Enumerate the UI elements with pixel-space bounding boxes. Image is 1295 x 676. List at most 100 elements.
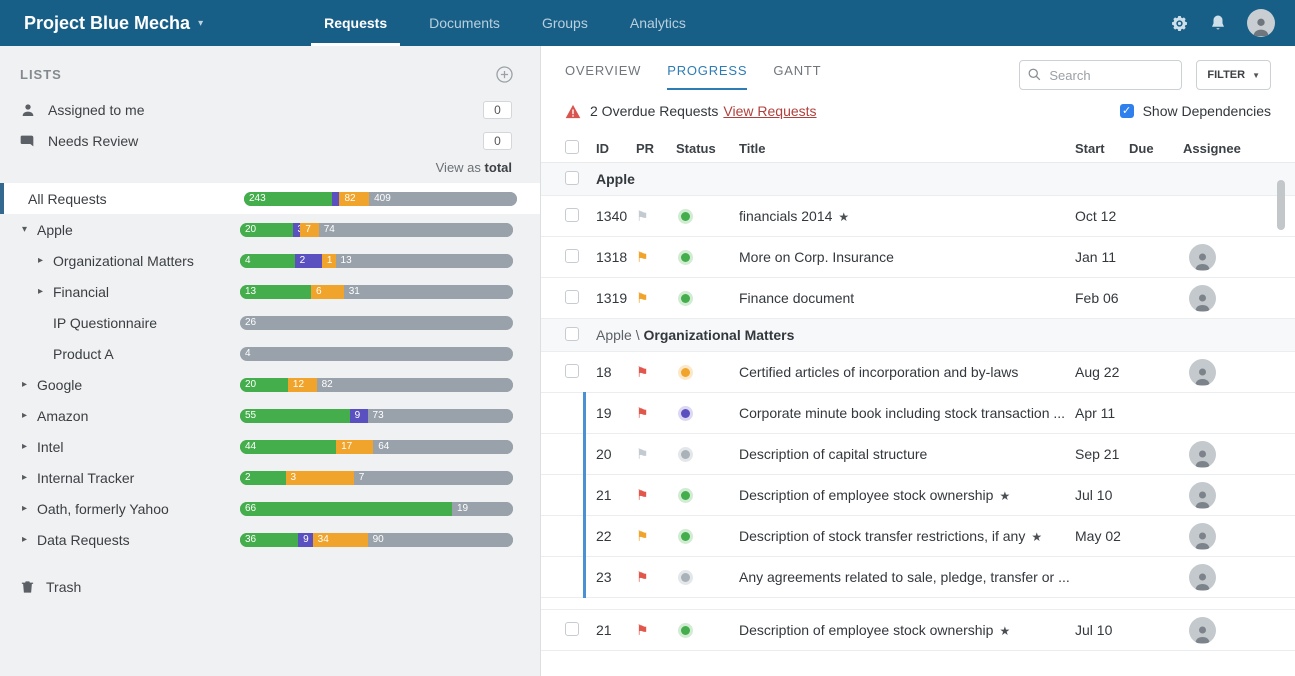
request-row[interactable]: 1319⚑Finance documentFeb 06 <box>541 278 1295 319</box>
assignee-avatar[interactable] <box>1189 617 1216 644</box>
flag-icon-red[interactable]: ⚑ <box>636 364 649 380</box>
request-row[interactable]: 18⚑Certified articles of incorporation a… <box>541 352 1295 393</box>
status-dot-green[interactable] <box>681 212 690 221</box>
gear-icon[interactable] <box>1170 14 1189 33</box>
request-title: Description of employee stock ownership <box>739 487 993 503</box>
user-avatar[interactable] <box>1247 9 1275 37</box>
row-checkbox[interactable] <box>565 249 579 263</box>
status-dot-gray[interactable] <box>681 573 690 582</box>
add-list-icon[interactable] <box>495 65 514 84</box>
cell-status <box>676 446 739 462</box>
status-dot-green[interactable] <box>681 491 690 500</box>
sidebar-list-data-requests[interactable]: ▸Data Requests3693490 <box>0 524 540 555</box>
sidebar-item-trash[interactable]: Trash <box>0 579 540 595</box>
select-all-checkbox[interactable] <box>565 140 579 154</box>
filter-button[interactable]: FILTER ▼ <box>1196 60 1271 90</box>
chevron-right-icon[interactable]: ▸ <box>38 255 53 266</box>
sidebar-list-all-requests[interactable]: All Requests24382409 <box>0 183 540 214</box>
status-dot-green[interactable] <box>681 253 690 262</box>
row-checkbox-cell <box>565 249 596 266</box>
chevron-right-icon[interactable]: ▸ <box>22 534 37 545</box>
sidebar-list-internal-tracker[interactable]: ▸Internal Tracker237 <box>0 462 540 493</box>
sidebar-list-organizational-matters[interactable]: ▸Organizational Matters42113 <box>0 245 540 276</box>
flag-icon-red[interactable]: ⚑ <box>636 405 649 421</box>
chevron-right-icon[interactable]: ▸ <box>22 441 37 452</box>
assignee-avatar[interactable] <box>1189 523 1216 550</box>
assignee-avatar[interactable] <box>1189 359 1216 386</box>
sidebar-list-google[interactable]: ▸Google201282 <box>0 369 540 400</box>
nav-tab-requests[interactable]: Requests <box>303 0 408 46</box>
sidebar-item-needs-review[interactable]: Needs Review 0 <box>0 125 540 156</box>
sidebar-list-ip-questionnaire[interactable]: IP Questionnaire26 <box>0 307 540 338</box>
flag-icon-gray[interactable]: ⚑ <box>636 208 649 224</box>
status-dot-green[interactable] <box>681 626 690 635</box>
sidebar-item-assigned-to-me[interactable]: Assigned to me 0 <box>0 94 540 125</box>
nav-tab-groups[interactable]: Groups <box>521 0 609 46</box>
view-requests-link[interactable]: View Requests <box>723 103 816 119</box>
assignee-avatar[interactable] <box>1189 564 1216 591</box>
request-row[interactable]: 23⚑Any agreements related to sale, pledg… <box>541 557 1295 598</box>
request-row[interactable]: 21⚑Description of employee stock ownersh… <box>541 610 1295 651</box>
sidebar-list-financial[interactable]: ▸Financial13631 <box>0 276 540 307</box>
show-dependencies-checkbox[interactable]: ✓ <box>1120 104 1134 118</box>
assignee-avatar[interactable] <box>1189 244 1216 271</box>
request-row[interactable]: 22⚑Description of stock transfer restric… <box>541 516 1295 557</box>
request-row[interactable]: 21⚑Description of employee stock ownersh… <box>541 475 1295 516</box>
bar-segment-value: 7 <box>354 471 513 485</box>
cell-start: Sep 21 <box>1075 446 1129 462</box>
status-dot-green[interactable] <box>681 294 690 303</box>
flag-icon-orange[interactable]: ⚑ <box>636 290 649 306</box>
assignee-avatar[interactable] <box>1189 482 1216 509</box>
assignee-avatar[interactable] <box>1189 285 1216 312</box>
request-row[interactable]: 19⚑Corporate minute book including stock… <box>541 393 1295 434</box>
row-checkbox-cell <box>565 208 596 225</box>
row-checkbox[interactable] <box>565 290 579 304</box>
chevron-right-icon[interactable]: ▸ <box>22 410 37 421</box>
sidebar-list-product-a[interactable]: Product A4 <box>0 338 540 369</box>
group-checkbox[interactable] <box>565 171 579 185</box>
flag-icon-red[interactable]: ⚑ <box>636 487 649 503</box>
chevron-right-icon[interactable]: ▸ <box>22 503 37 514</box>
bar-segment-gray: 73 <box>368 409 513 423</box>
status-dot-orange[interactable] <box>681 368 690 377</box>
chevron-down-icon[interactable]: ▾ <box>22 224 37 235</box>
sidebar-list-intel[interactable]: ▸Intel441764 <box>0 431 540 462</box>
nav-tab-label: Documents <box>429 15 500 31</box>
flag-icon-red[interactable]: ⚑ <box>636 569 649 585</box>
row-checkbox[interactable] <box>565 208 579 222</box>
chevron-right-icon[interactable]: ▸ <box>22 379 37 390</box>
assignee-avatar[interactable] <box>1189 441 1216 468</box>
project-switcher[interactable]: Project Blue Mecha ▾ <box>24 0 203 46</box>
cell-title: Corporate minute book including stock tr… <box>739 405 1075 421</box>
flag-icon-orange[interactable]: ⚑ <box>636 528 649 544</box>
tab-progress[interactable]: PROGRESS <box>667 63 747 90</box>
status-dot-green[interactable] <box>681 532 690 541</box>
request-row[interactable]: 20⚑Description of capital structureSep 2… <box>541 434 1295 475</box>
scrollbar-thumb[interactable] <box>1277 180 1285 230</box>
flag-icon-orange[interactable]: ⚑ <box>636 249 649 265</box>
sidebar-list-apple[interactable]: ▾Apple203774 <box>0 214 540 245</box>
chevron-right-icon[interactable]: ▸ <box>38 286 53 297</box>
flag-icon-gray[interactable]: ⚑ <box>636 446 649 462</box>
tab-overview[interactable]: OVERVIEW <box>565 63 641 90</box>
cell-id: 1340 <box>596 208 636 224</box>
sidebar-list-oath-formerly-yahoo[interactable]: ▸Oath, formerly Yahoo6619 <box>0 493 540 524</box>
row-checkbox[interactable] <box>565 622 579 636</box>
chevron-right-icon[interactable]: ▸ <box>22 472 37 483</box>
flag-icon-red[interactable]: ⚑ <box>636 622 649 638</box>
row-checkbox[interactable] <box>565 364 579 378</box>
column-header-title: Title <box>739 141 1075 156</box>
group-checkbox[interactable] <box>565 327 579 341</box>
status-dot-purple[interactable] <box>681 409 690 418</box>
tab-gantt[interactable]: GANTT <box>773 63 821 90</box>
view-as-toggle[interactable]: total <box>485 160 512 175</box>
sidebar-list-amazon[interactable]: ▸Amazon55973 <box>0 400 540 431</box>
request-row[interactable]: 1340⚑financials 2014★Oct 12 <box>541 196 1295 237</box>
bar-segment-value: 66 <box>240 502 452 516</box>
search-input[interactable] <box>1019 60 1182 90</box>
request-row[interactable]: 1318⚑More on Corp. InsuranceJan 11 <box>541 237 1295 278</box>
bell-icon[interactable] <box>1209 14 1227 32</box>
nav-tab-analytics[interactable]: Analytics <box>609 0 707 46</box>
status-dot-gray[interactable] <box>681 450 690 459</box>
nav-tab-documents[interactable]: Documents <box>408 0 521 46</box>
